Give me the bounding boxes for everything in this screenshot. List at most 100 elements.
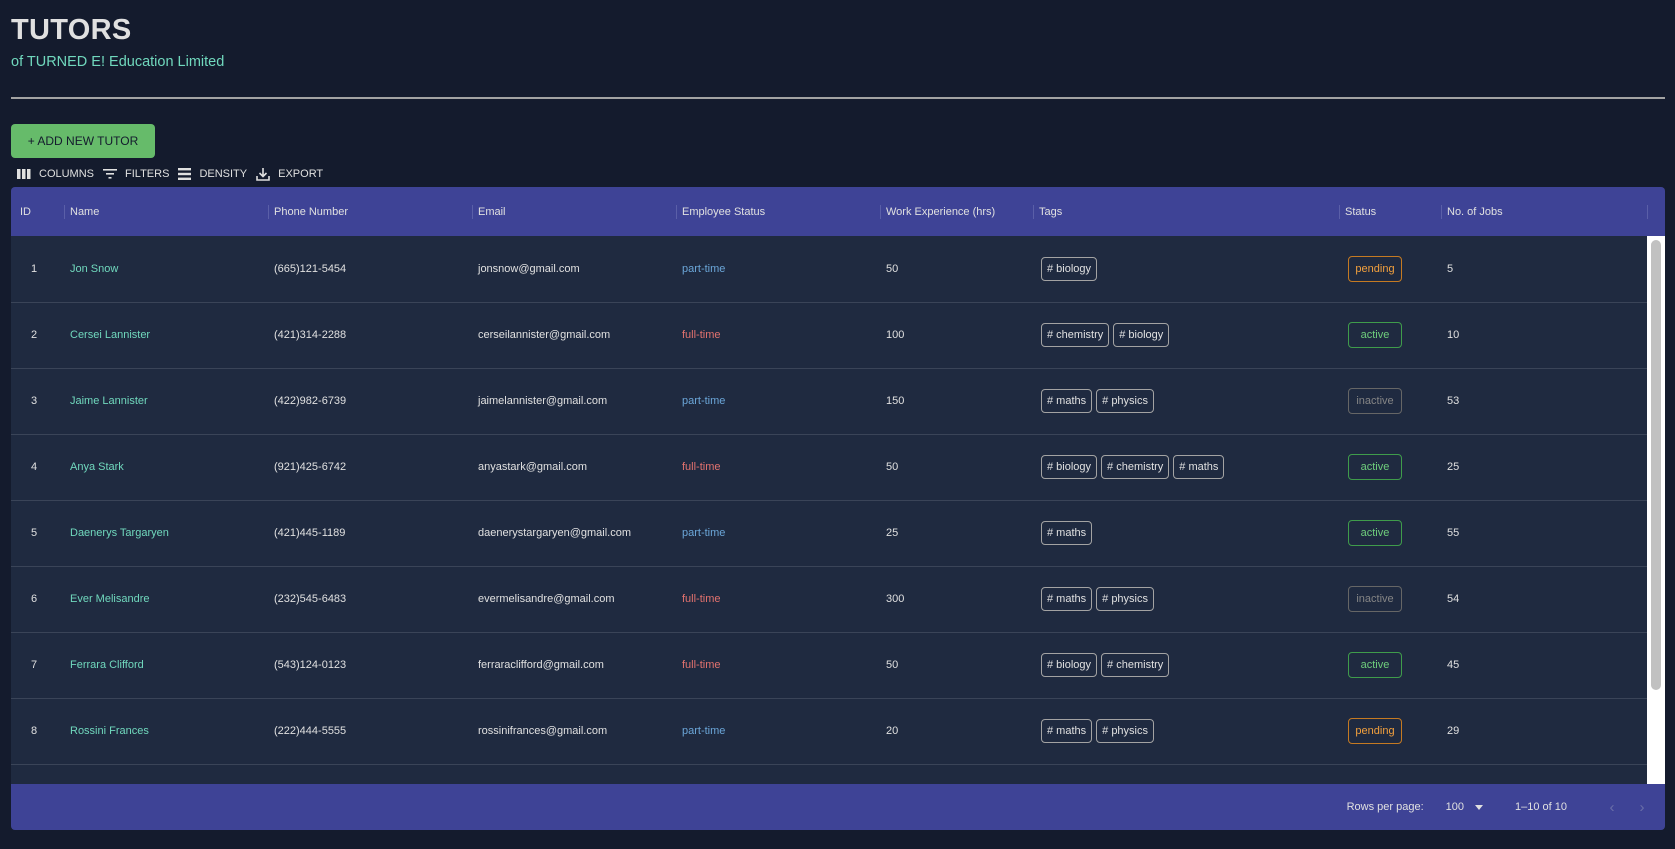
cell-jobs: 45 (1447, 659, 1460, 671)
column-separator[interactable] (472, 205, 473, 219)
cell-tags: # chemistry # biology (1041, 302, 1173, 368)
cell-jobs: 10 (1447, 329, 1460, 341)
cell-tags: # biology # chemistry # maths (1041, 434, 1228, 500)
cell-email: jonsnow@gmail.com (478, 263, 580, 275)
density-label: DENSITY (199, 168, 248, 180)
vertical-scrollbar[interactable] (1647, 236, 1665, 784)
cell-status: active (1348, 434, 1402, 500)
tag-chip: # chemistry (1101, 455, 1170, 479)
pagination-range: 1–10 of 10 (1515, 801, 1567, 813)
filters-label: FILTERS (125, 168, 170, 180)
table-row[interactable]: 8 Rossini Frances (222)444-5555 rossinifran… (11, 698, 1647, 765)
tag-chip: # maths (1041, 719, 1093, 743)
cell-work-experience: 300 (886, 593, 905, 605)
cell-email: jaimelannister@gmail.com (478, 395, 608, 407)
tag-chip: # chemistry (1101, 653, 1170, 677)
export-label: EXPORT (278, 168, 324, 180)
filters-button[interactable]: FILTERS (103, 168, 169, 180)
column-separator[interactable] (1647, 205, 1648, 219)
table-row[interactable]: 3 Jaime Lannister (422)982-6739 jaimelannis… (11, 368, 1647, 435)
cell-work-experience: 50 (886, 461, 899, 473)
cell-tags: # maths # physics (1041, 566, 1158, 632)
cell-id: 7 (30, 659, 38, 671)
column-separator[interactable] (64, 205, 65, 219)
rows-per-page-select[interactable]: 100 (1446, 801, 1483, 813)
table-row[interactable]: 2 Cersei Lannister (421)314-2288 cerseilann… (11, 302, 1647, 369)
grid-footer: Rows per page: 100 1–10 of 10 ‹ › (11, 784, 1665, 830)
cell-phone: (921)425-6742 (274, 461, 347, 473)
status-badge: inactive (1348, 586, 1402, 612)
cell-email: anyastark@gmail.com (478, 461, 587, 473)
header-col-jobs[interactable]: No. of Jobs (1447, 187, 1503, 236)
cell-jobs: 25 (1447, 461, 1460, 473)
add-new-tutor-button[interactable]: + ADD NEW TUTOR (11, 124, 155, 158)
cell-id: 1 (30, 263, 38, 275)
density-button[interactable]: DENSITY (178, 168, 247, 180)
header-col-phone[interactable]: Phone Number (274, 187, 348, 236)
tag-chip: # physics (1096, 389, 1154, 413)
tag-chip: # maths (1041, 587, 1093, 611)
column-separator[interactable] (1339, 205, 1340, 219)
header-col-email[interactable]: Email (478, 187, 506, 236)
cell-tags: # maths # physics (1041, 698, 1158, 764)
cell-status: inactive (1348, 368, 1402, 434)
cell-email: ferraraclifford@gmail.com (478, 659, 604, 671)
cell-work-experience: 150 (886, 395, 905, 407)
tag-chip: # biology (1041, 455, 1098, 479)
table-row[interactable]: 1 Jon Snow (665)121-5454 jonsnow@gmail.com p… (11, 236, 1647, 303)
cell-employee-status: full-time (682, 659, 721, 671)
cell-phone: (222)444-5555 (274, 725, 347, 737)
table-row[interactable]: 4 Anya Stark (921)425-6742 anyastark@gmail.… (11, 434, 1647, 501)
tag-chip: # maths (1041, 389, 1093, 413)
next-page-button[interactable]: › (1627, 799, 1657, 816)
cell-employee-status: part-time (682, 263, 726, 275)
scrollbar-thumb[interactable] (1651, 240, 1661, 690)
cell-tags: # maths # physics (1041, 368, 1158, 434)
table-row[interactable]: 7 Ferrara Clifford (543)124-0123 ferraracli… (11, 632, 1647, 699)
table-row[interactable]: 6 Ever Melisandre (232)545-6483 evermelisan… (11, 566, 1647, 633)
column-separator[interactable] (268, 205, 269, 219)
cell-email: cerseilannister@gmail.com (478, 329, 611, 341)
column-separator[interactable] (1033, 205, 1034, 219)
table-row[interactable]: 5 Daenerys Targaryen (421)445-1189 daenerys… (11, 500, 1647, 567)
cell-work-experience: 50 (886, 659, 899, 671)
cell-employee-status: part-time (682, 527, 726, 539)
cell-name: Daenerys Targaryen (70, 527, 169, 539)
column-separator[interactable] (1441, 205, 1442, 219)
density-icon (178, 168, 192, 180)
header-col-name[interactable]: Name (70, 187, 99, 236)
cell-phone: (422)982-6739 (274, 395, 347, 407)
cell-name: Ferrara Clifford (70, 659, 144, 671)
export-button[interactable]: EXPORT (256, 167, 324, 181)
table-row-partial (11, 764, 1647, 784)
columns-button[interactable]: COLUMNS (17, 168, 94, 180)
cell-name: Jon Snow (70, 263, 119, 275)
header-col-work-experience[interactable]: Work Experience (hrs) (886, 187, 995, 236)
columns-icon (17, 169, 31, 179)
cell-tags: # maths (1041, 500, 1096, 566)
header-col-employee-status[interactable]: Employee Status (682, 187, 765, 236)
caret-down-icon (1475, 804, 1483, 810)
status-badge: active (1348, 322, 1402, 348)
chevron-right-icon: › (1639, 798, 1645, 816)
header-col-status[interactable]: Status (1345, 187, 1376, 236)
tag-chip: # biology (1041, 257, 1098, 281)
previous-page-button[interactable]: ‹ (1597, 799, 1627, 816)
grid-body: 1 Jon Snow (665)121-5454 jonsnow@gmail.com p… (11, 236, 1647, 784)
download-icon (256, 167, 270, 181)
cell-jobs: 5 (1447, 263, 1454, 275)
header-col-id[interactable]: ID (20, 187, 31, 236)
cell-name: Rossini Frances (70, 725, 149, 737)
tutors-data-grid: ID Name Phone Number Email Employee Status Wo… (11, 187, 1665, 830)
status-badge: active (1348, 652, 1402, 678)
header-col-tags[interactable]: Tags (1039, 187, 1062, 236)
cell-phone: (543)124-0123 (274, 659, 347, 671)
cell-status: pending (1348, 698, 1402, 764)
column-separator[interactable] (880, 205, 881, 219)
cell-name: Cersei Lannister (70, 329, 151, 341)
cell-email: daenerystargaryen@gmail.com (478, 527, 632, 539)
column-separator[interactable] (676, 205, 677, 219)
tag-chip: # biology (1113, 323, 1170, 347)
cell-tags: # biology (1041, 236, 1101, 302)
cell-name: Jaime Lannister (70, 395, 148, 407)
